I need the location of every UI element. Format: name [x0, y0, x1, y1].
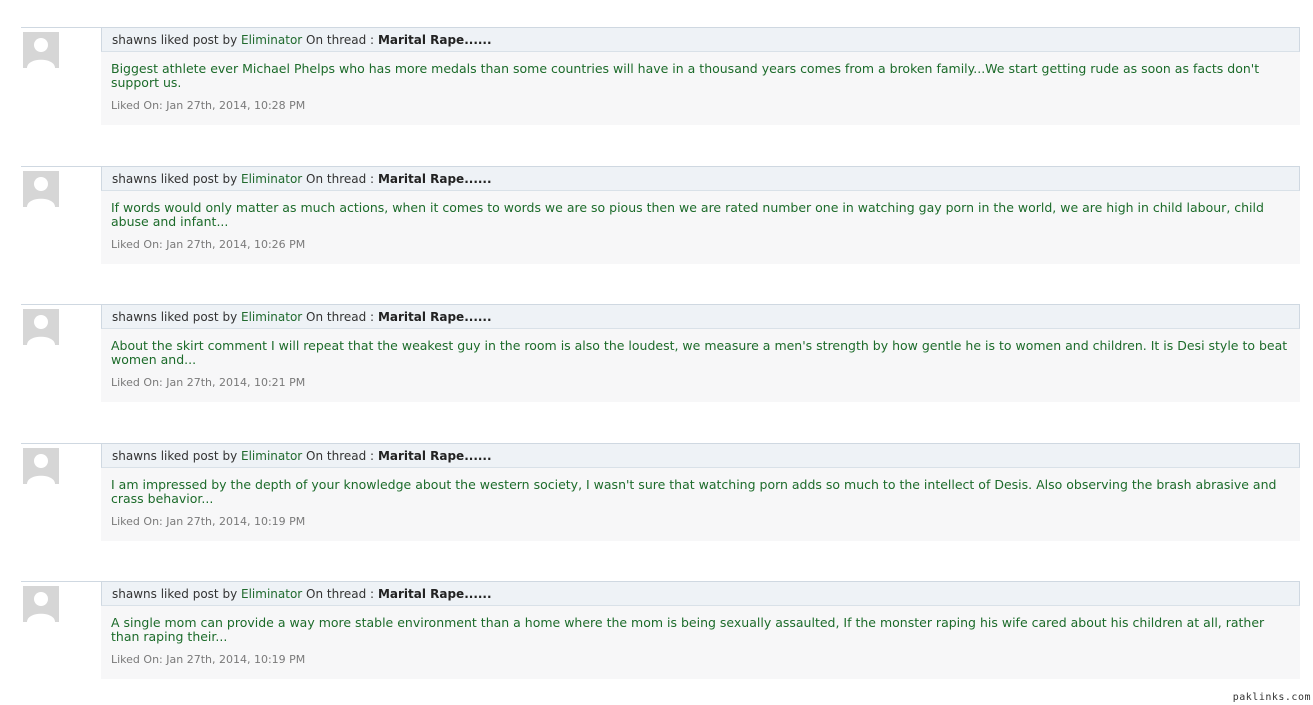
liked-on-line: Liked On: Jan 27th, 2014, 10:19 PM — [101, 506, 1300, 528]
liker-username: shawns — [112, 310, 157, 324]
on-thread-label: On thread : — [306, 449, 375, 463]
liker-username: shawns — [112, 449, 157, 463]
like-entry: shawns liked post by Eliminator On threa… — [0, 443, 1313, 563]
default-avatar-icon — [23, 309, 59, 345]
liker-username: shawns — [112, 33, 157, 47]
like-entry: shawns liked post by Eliminator On threa… — [0, 304, 1313, 424]
liked-on-label: Liked On: — [111, 515, 163, 528]
thread-title-link[interactable]: Marital Rape...... — [378, 33, 492, 47]
post-excerpt: A single mom can provide a way more stab… — [111, 615, 1265, 644]
liked-post-by-label: liked post by — [160, 310, 238, 324]
liked-on-label: Liked On: — [111, 376, 163, 389]
on-thread-label: On thread : — [306, 587, 375, 601]
like-card: shawns liked post by Eliminator On threa… — [101, 27, 1300, 125]
avatar[interactable] — [23, 586, 59, 622]
liked-on-date: Jan 27th, 2014, 10:26 PM — [166, 238, 306, 251]
card-header: shawns liked post by Eliminator On threa… — [101, 443, 1300, 468]
post-author-link[interactable]: Eliminator — [241, 587, 302, 601]
default-avatar-icon — [23, 448, 59, 484]
on-thread-label: On thread : — [306, 172, 375, 186]
liked-post-by-label: liked post by — [160, 587, 238, 601]
avatar[interactable] — [23, 309, 59, 345]
post-author-link[interactable]: Eliminator — [241, 449, 302, 463]
post-excerpt: If words would only matter as much actio… — [111, 200, 1264, 229]
liked-on-label: Liked On: — [111, 99, 163, 112]
thread-title-link[interactable]: Marital Rape...... — [378, 172, 492, 186]
liked-on-line: Liked On: Jan 27th, 2014, 10:19 PM — [101, 644, 1300, 666]
like-card: shawns liked post by Eliminator On threa… — [101, 304, 1300, 402]
thread-title-link[interactable]: Marital Rape...... — [378, 449, 492, 463]
post-author-link[interactable]: Eliminator — [241, 310, 302, 324]
avatar[interactable] — [23, 448, 59, 484]
avatar[interactable] — [23, 32, 59, 68]
liked-on-line: Liked On: Jan 27th, 2014, 10:28 PM — [101, 90, 1300, 112]
like-card: shawns liked post by Eliminator On threa… — [101, 581, 1300, 679]
liked-on-line: Liked On: Jan 27th, 2014, 10:21 PM — [101, 367, 1300, 389]
liked-post-by-label: liked post by — [160, 172, 238, 186]
card-header: shawns liked post by Eliminator On threa… — [101, 581, 1300, 606]
card-header: shawns liked post by Eliminator On threa… — [101, 166, 1300, 191]
liked-on-date: Jan 27th, 2014, 10:19 PM — [166, 653, 306, 666]
post-excerpt: About the skirt comment I will repeat th… — [111, 338, 1288, 367]
default-avatar-icon — [23, 32, 59, 68]
default-avatar-icon — [23, 586, 59, 622]
post-excerpt: I am impressed by the depth of your know… — [111, 477, 1277, 506]
default-avatar-icon — [23, 171, 59, 207]
card-header: shawns liked post by Eliminator On threa… — [101, 27, 1300, 52]
liked-on-date: Jan 27th, 2014, 10:28 PM — [166, 99, 306, 112]
post-author-link[interactable]: Eliminator — [241, 33, 302, 47]
like-card: shawns liked post by Eliminator On threa… — [101, 443, 1300, 541]
liked-post-by-label: liked post by — [160, 449, 238, 463]
liked-on-label: Liked On: — [111, 238, 163, 251]
like-entry: shawns liked post by Eliminator On threa… — [0, 166, 1313, 286]
liked-post-by-label: liked post by — [160, 33, 238, 47]
post-author-link[interactable]: Eliminator — [241, 172, 302, 186]
liker-username: shawns — [112, 172, 157, 186]
liker-username: shawns — [112, 587, 157, 601]
thread-title-link[interactable]: Marital Rape...... — [378, 587, 492, 601]
like-entry: shawns liked post by Eliminator On threa… — [0, 581, 1313, 701]
like-entry: shawns liked post by Eliminator On threa… — [0, 27, 1313, 147]
card-header: shawns liked post by Eliminator On threa… — [101, 304, 1300, 329]
thread-title-link[interactable]: Marital Rape...... — [378, 310, 492, 324]
on-thread-label: On thread : — [306, 33, 375, 47]
avatar[interactable] — [23, 171, 59, 207]
liked-on-line: Liked On: Jan 27th, 2014, 10:26 PM — [101, 229, 1300, 251]
site-watermark: paklinks.com — [1232, 692, 1311, 703]
liked-on-date: Jan 27th, 2014, 10:21 PM — [166, 376, 306, 389]
post-excerpt: Biggest athlete ever Michael Phelps who … — [111, 61, 1260, 90]
liked-on-date: Jan 27th, 2014, 10:19 PM — [166, 515, 306, 528]
on-thread-label: On thread : — [306, 310, 375, 324]
like-card: shawns liked post by Eliminator On threa… — [101, 166, 1300, 264]
liked-on-label: Liked On: — [111, 653, 163, 666]
